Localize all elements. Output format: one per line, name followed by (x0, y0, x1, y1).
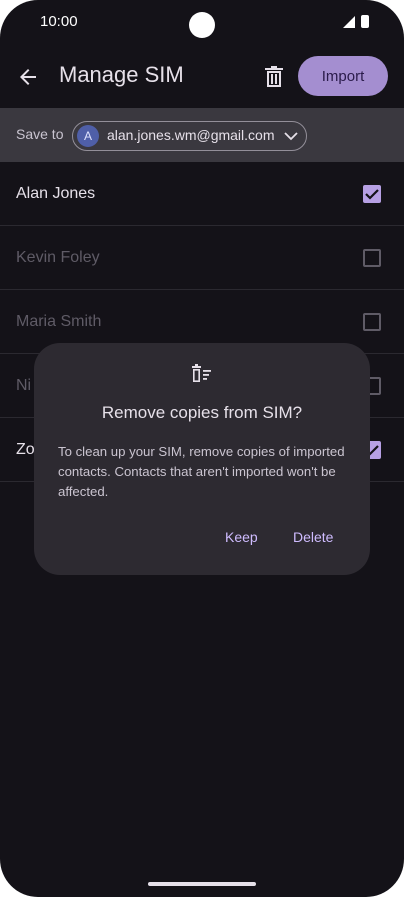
contact-row-alan-jones[interactable]: Alan Jones (0, 162, 404, 226)
keep-button[interactable]: Keep (225, 529, 258, 545)
delete-button[interactable]: Delete (293, 529, 333, 545)
home-indicator[interactable] (148, 882, 256, 886)
app-bar: Manage SIM Import (0, 48, 404, 106)
page-title: Manage SIM (59, 62, 184, 87)
save-to-label: Save to (16, 126, 64, 142)
phone-screen: 10:00 Manage SIM Import Save to A alan.j… (0, 0, 404, 897)
chevron-down-icon (284, 132, 298, 141)
contact-row-kevin-foley[interactable]: Kevin Foley (0, 226, 404, 290)
contact-checkbox[interactable] (363, 249, 381, 267)
trash-icon[interactable] (263, 65, 285, 89)
account-email: alan.jones.wm@gmail.com (107, 127, 275, 143)
back-arrow-icon[interactable] (16, 65, 40, 89)
contact-name: Kevin Foley (16, 249, 100, 266)
dialog-title: Remove copies from SIM? (101, 403, 303, 422)
contact-name: Zo (16, 441, 35, 458)
avatar: A (77, 125, 99, 147)
status-time: 10:00 (40, 13, 78, 30)
remove-from-sim-icon (192, 364, 211, 382)
dialog-body: To clean up your SIM, remove copies of i… (58, 444, 345, 499)
save-to-bar: Save to A alan.jones.wm@gmail.com (0, 108, 404, 162)
remove-copies-dialog: Remove copies from SIM? To clean up your… (34, 343, 370, 575)
camera-cutout (189, 12, 215, 38)
account-selector[interactable]: A alan.jones.wm@gmail.com (72, 121, 307, 151)
contact-checkbox[interactable] (363, 313, 381, 331)
import-button[interactable]: Import (298, 56, 388, 96)
contact-name: Ni (16, 377, 32, 394)
signal-icon (343, 16, 355, 28)
status-bar: 10:00 (0, 0, 404, 46)
contact-name: Alan Jones (16, 185, 96, 202)
contact-name: Maria Smith (16, 313, 102, 330)
contact-checkbox[interactable] (363, 185, 381, 203)
battery-icon (361, 15, 369, 28)
